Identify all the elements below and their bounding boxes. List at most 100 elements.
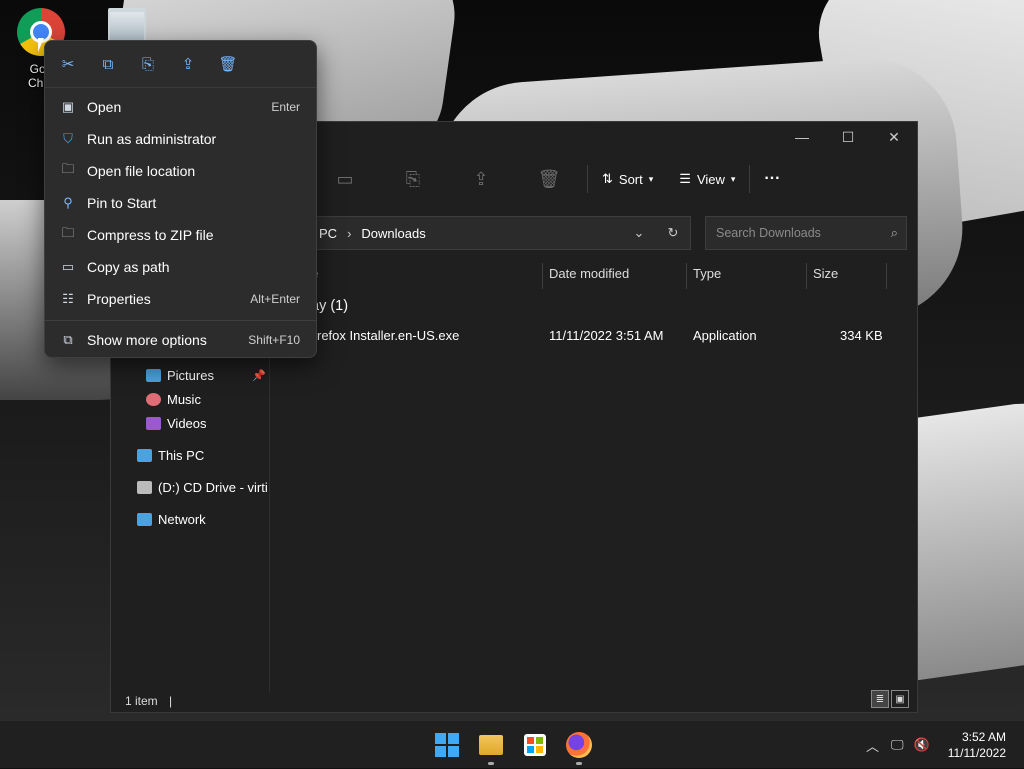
start-button[interactable]	[433, 731, 461, 759]
videos-icon	[146, 417, 161, 430]
nav-item-videos[interactable]: Videos	[146, 416, 207, 431]
zip-icon: 🗀	[61, 225, 75, 240]
file-date: 11/11/2022 3:51 AM	[549, 328, 664, 343]
taskbar: ︿ 🖵 🔇 3:52 AM 11/11/2022	[0, 720, 1024, 768]
toolbar-divider	[587, 165, 588, 193]
file-name: refox Installer.en-US.exe	[317, 328, 460, 343]
properties-icon: ☷	[62, 291, 74, 306]
minimize-button[interactable]: —	[779, 122, 825, 152]
mouse-cursor-icon	[38, 38, 44, 52]
column-divider	[886, 263, 887, 289]
breadcrumb-this-pc[interactable]: PC	[319, 226, 337, 241]
clock-time: 3:52 AM	[961, 730, 1006, 744]
cd-drive-icon	[137, 481, 152, 494]
volume-muted-icon[interactable]: 🔇	[914, 737, 930, 753]
view-icon: ☰	[679, 171, 691, 186]
window-controls: — ☐ ✕	[779, 122, 917, 152]
windows-logo-icon	[435, 733, 459, 757]
paste-icon[interactable]: ▭	[311, 163, 379, 195]
sort-icon: ⇅	[602, 171, 613, 186]
pin-icon: 📌	[252, 370, 266, 382]
menu-item-properties[interactable]: ☷ Properties Alt+Enter	[45, 283, 316, 315]
navigation-pane: Pictures 📌 Music Videos This PC (D:) CD …	[111, 332, 270, 692]
network-icon	[137, 513, 152, 526]
nav-item-pictures[interactable]: Pictures 📌	[146, 368, 266, 383]
delete-icon[interactable]: 🗑	[217, 54, 239, 74]
menu-item-copy-as-path[interactable]: ▭ Copy as path	[45, 251, 316, 283]
nav-item-cd-drive[interactable]: (D:) CD Drive - virti	[137, 480, 268, 495]
taskbar-microsoft-store[interactable]	[521, 731, 549, 759]
search-box[interactable]: ⌕	[705, 216, 907, 250]
rename-icon[interactable]: ⎘	[379, 163, 447, 195]
menu-item-pin-to-start[interactable]: ⚲ Pin to Start	[45, 187, 316, 219]
share-icon[interactable]: ⇪	[447, 163, 515, 195]
address-history-chevron-icon[interactable]: ⌄	[622, 225, 656, 241]
nav-item-network[interactable]: Network	[137, 512, 206, 527]
maximize-button[interactable]: ☐	[825, 122, 871, 152]
firefox-icon	[566, 732, 592, 758]
view-toggles: ≣ ▣	[871, 690, 909, 708]
column-header-date-modified[interactable]: Date modified	[549, 258, 629, 288]
file-explorer-icon	[479, 735, 503, 755]
chevron-down-icon: ▾	[648, 173, 654, 184]
pictures-icon	[146, 369, 161, 382]
clock-date: 11/11/2022	[947, 746, 1006, 760]
menu-item-compress-to-zip[interactable]: 🗀 Compress to ZIP file	[45, 219, 316, 251]
refresh-icon[interactable]: ↻	[656, 225, 690, 241]
more-options-icon: ⧉	[63, 332, 73, 347]
toolbar-divider	[749, 165, 751, 193]
microsoft-store-icon	[524, 734, 546, 756]
folder-icon: 🗀	[61, 161, 75, 176]
share-icon[interactable]: ⇪	[177, 54, 199, 74]
running-indicator	[576, 762, 582, 765]
view-button[interactable]: ☰ View ▾	[669, 163, 745, 195]
music-icon	[146, 393, 161, 406]
computer-icon	[137, 449, 152, 462]
nav-item-this-pc[interactable]: This PC	[137, 448, 204, 463]
search-input[interactable]	[714, 225, 878, 241]
status-bar: 1 item |	[125, 694, 172, 708]
search-icon: ⌕	[890, 225, 898, 240]
close-button[interactable]: ✕	[871, 122, 917, 152]
breadcrumb-downloads[interactable]: Downloads	[361, 226, 425, 241]
system-tray: ︿ 🖵 🔇	[866, 721, 930, 769]
chevron-down-icon: ▾	[730, 173, 736, 184]
shield-icon: ⛉	[63, 131, 73, 146]
context-menu-divider	[45, 320, 316, 321]
sort-button[interactable]: ⇅ Sort ▾	[592, 163, 663, 195]
status-divider: |	[169, 694, 173, 708]
taskbar-clock[interactable]: 3:52 AM 11/11/2022	[948, 729, 1006, 761]
context-menu: ✂ ⧉ ⎘ ⇪ 🗑 ▣ Open Enter ⛉ Run as administ…	[44, 40, 317, 358]
menu-item-show-more-options[interactable]: ⧉ Show more options Shift+F10	[45, 324, 316, 356]
file-row[interactable]: refox Installer.en-US.exe 11/11/2022 3:5…	[309, 322, 909, 350]
breadcrumb-separator: ›	[347, 225, 352, 241]
column-divider	[542, 263, 543, 289]
open-icon: ▣	[61, 99, 75, 114]
taskbar-firefox[interactable]	[565, 731, 593, 765]
rename-icon[interactable]: ⎘	[137, 54, 159, 74]
item-count: 1 item	[125, 694, 158, 708]
copy-icon[interactable]: ⧉	[97, 54, 119, 74]
tiles-view-icon[interactable]: ▣	[891, 690, 909, 708]
column-divider	[806, 263, 807, 289]
delete-icon[interactable]: 🗑	[515, 163, 583, 195]
path-icon: ▭	[61, 259, 75, 274]
file-type: Application	[693, 328, 757, 343]
menu-item-open-file-location[interactable]: 🗀 Open file location	[45, 155, 316, 187]
context-menu-quick-actions: ✂ ⧉ ⎘ ⇪ 🗑	[45, 41, 316, 88]
pin-icon: ⚲	[63, 195, 73, 210]
menu-item-open[interactable]: ▣ Open Enter	[45, 91, 316, 123]
network-status-icon[interactable]: 🖵	[891, 737, 904, 753]
more-options-button[interactable]: ···	[754, 163, 790, 195]
running-indicator	[488, 762, 494, 765]
cut-icon[interactable]: ✂	[57, 54, 79, 74]
column-header-size[interactable]: Size	[813, 258, 838, 288]
column-divider	[686, 263, 687, 289]
file-size: 334 KB	[840, 328, 883, 343]
nav-item-music[interactable]: Music	[146, 392, 201, 407]
details-view-icon[interactable]: ≣	[871, 690, 889, 708]
menu-item-run-as-administrator[interactable]: ⛉ Run as administrator	[45, 123, 316, 155]
show-hidden-icons-chevron-icon[interactable]: ︿	[866, 736, 879, 755]
taskbar-file-explorer[interactable]	[477, 731, 505, 765]
column-header-type[interactable]: Type	[693, 258, 721, 288]
